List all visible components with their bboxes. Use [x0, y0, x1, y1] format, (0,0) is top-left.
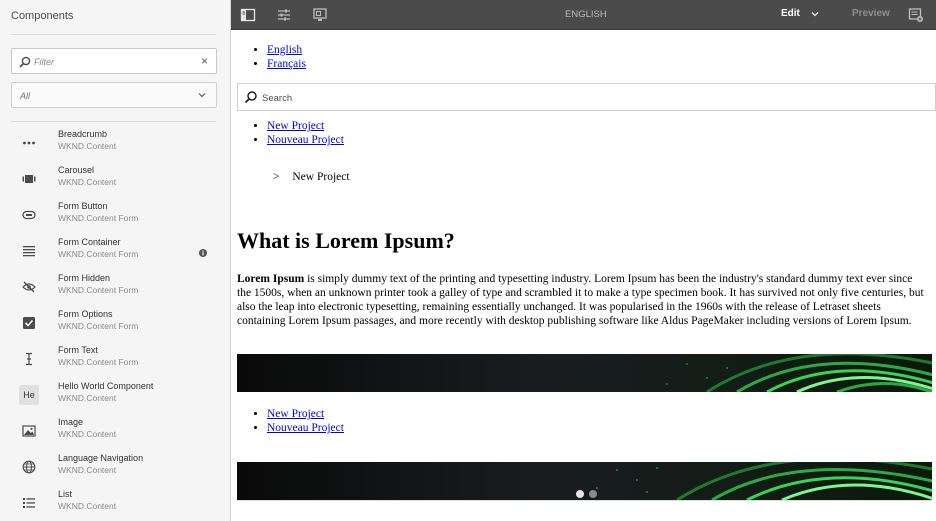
component-item-form-options[interactable]: Form Options WKND.Content Form [0, 304, 230, 340]
carousel-icon [19, 169, 39, 189]
component-item-language-navigation[interactable]: Language Navigation WKND.Content [0, 448, 230, 484]
component-item-carousel[interactable]: Carousel WKND.Content [0, 160, 230, 196]
panel-divider [11, 121, 216, 122]
body-strong-text: Lorem Ipsum [237, 273, 305, 285]
list-icon [19, 493, 39, 513]
component-name: Form Container [58, 237, 121, 247]
toggle-side-panel-icon[interactable] [240, 7, 256, 23]
component-name: Form Text [58, 345, 98, 355]
search-icon [19, 56, 31, 68]
eye-off-icon [19, 277, 39, 297]
chevron-down-icon[interactable] [811, 11, 819, 18]
component-group: WKND.Content [58, 465, 117, 475]
navigation-list: New Project Nouveau Project [267, 119, 344, 147]
component-name: Carousel [58, 165, 95, 175]
component-group: WKND.Content Form [58, 285, 139, 295]
panel-title: Components [11, 10, 74, 22]
chevron-down-icon [198, 93, 206, 98]
component-group: WKND.Content [58, 429, 117, 439]
list-item: Français [267, 57, 306, 71]
component-name: Language Navigation [58, 453, 144, 463]
divider [237, 500, 932, 501]
component-item-form-container[interactable]: Form Container WKND.Content Form [0, 232, 230, 268]
search-input[interactable] [262, 90, 862, 106]
list-item: Nouveau Project [267, 421, 344, 435]
mode-dropdown[interactable]: Edit [781, 8, 800, 19]
form-container-icon [19, 241, 39, 261]
page-properties-icon[interactable] [276, 7, 292, 23]
language-link-english[interactable]: English [267, 44, 302, 56]
component-group-select[interactable]: All [11, 82, 217, 108]
nav-link-nouveau-project[interactable]: Nouveau Project [267, 422, 344, 434]
components-panel: Components × All Breadcrumb WKND.Content… [0, 0, 231, 521]
component-name: Image [58, 417, 84, 427]
group-select-value: All [20, 91, 31, 101]
emulator-icon[interactable] [312, 7, 328, 23]
component-group: WKND.Content Form [58, 213, 139, 223]
more-horizontal-icon [19, 133, 39, 153]
component-name: Form Button [58, 201, 108, 211]
globe-icon [19, 457, 39, 477]
language-label: ENGLISH [565, 9, 607, 20]
list-item: New Project [267, 119, 344, 133]
component-item-breadcrumb[interactable]: Breadcrumb WKND.Content [0, 124, 230, 160]
body-text: is simply dummy text of the printing and… [237, 273, 924, 327]
image-icon [19, 421, 39, 441]
filter-input[interactable] [34, 53, 194, 70]
he-abbrev-icon: He [19, 385, 39, 405]
body-paragraph: Lorem Ipsum is simply dummy text of the … [237, 272, 927, 328]
component-group: WKND.Content Form [58, 249, 139, 259]
list-item: New Project [267, 407, 344, 421]
component-group: WKND.Content [58, 177, 117, 187]
nav-link-new-project[interactable]: New Project [267, 120, 324, 132]
nav-link-nouveau-project[interactable]: Nouveau Project [267, 134, 344, 146]
annotations-icon[interactable] [908, 7, 924, 23]
banner-graphic [237, 354, 932, 392]
component-item-form-hidden[interactable]: Form Hidden WKND.Content Form [0, 268, 230, 304]
clear-filter-icon[interactable]: × [201, 54, 208, 68]
page-canvas: English Français New Project Nouveau Pro… [231, 31, 936, 521]
component-name: Breadcrumb [58, 129, 108, 139]
component-group: WKND.Content [58, 141, 117, 151]
component-item-hello-world[interactable]: He Hello World Component WKND.Content [0, 376, 230, 412]
banner-image [237, 354, 932, 392]
info-icon[interactable] [199, 249, 207, 257]
carousel-indicator[interactable] [589, 490, 597, 498]
component-name: Form Options [58, 309, 113, 319]
component-item-list[interactable]: List WKND.Content [0, 484, 230, 520]
language-navigation: English Français [267, 43, 306, 71]
text-cursor-icon [19, 349, 39, 369]
panel-divider [11, 34, 216, 35]
list-item: Nouveau Project [267, 133, 344, 147]
editor-toolbar: ENGLISH Edit Preview [231, 0, 936, 30]
carousel-indicators [576, 490, 597, 498]
component-name: List [58, 489, 73, 499]
list-item: English [267, 43, 306, 57]
language-link-french[interactable]: Français [267, 58, 306, 70]
navigation-list: New Project Nouveau Project [267, 407, 344, 435]
breadcrumb-separator: > [273, 171, 280, 183]
component-group: WKND.Content [58, 393, 117, 403]
component-item-form-text[interactable]: Form Text WKND.Content Form [0, 340, 230, 376]
component-name: Hello World Component [58, 381, 154, 391]
carousel-indicator[interactable] [576, 490, 584, 498]
component-group: WKND.Content Form [58, 321, 139, 331]
nav-link-new-project[interactable]: New Project [267, 408, 324, 420]
search-bar[interactable] [237, 83, 936, 111]
component-item-form-button[interactable]: Form Button WKND.Content Form [0, 196, 230, 232]
page-title: What is Lorem Ipsum? [237, 228, 455, 253]
component-item-image[interactable]: Image WKND.Content [0, 412, 230, 448]
component-group: WKND.Content Form [58, 357, 139, 367]
breadcrumb: > New Project [273, 171, 350, 183]
component-group: WKND.Content [58, 501, 117, 511]
preview-button[interactable]: Preview [852, 8, 890, 19]
search-icon [244, 91, 257, 104]
breadcrumb-current: New Project [292, 171, 350, 183]
filter-field[interactable]: × [11, 48, 217, 74]
component-list: Breadcrumb WKND.Content Carousel WKND.Co… [0, 124, 230, 520]
carousel[interactable] [237, 462, 932, 500]
checkbox-icon [19, 313, 39, 333]
component-name: Form Hidden [58, 273, 111, 283]
button-icon [19, 205, 39, 225]
